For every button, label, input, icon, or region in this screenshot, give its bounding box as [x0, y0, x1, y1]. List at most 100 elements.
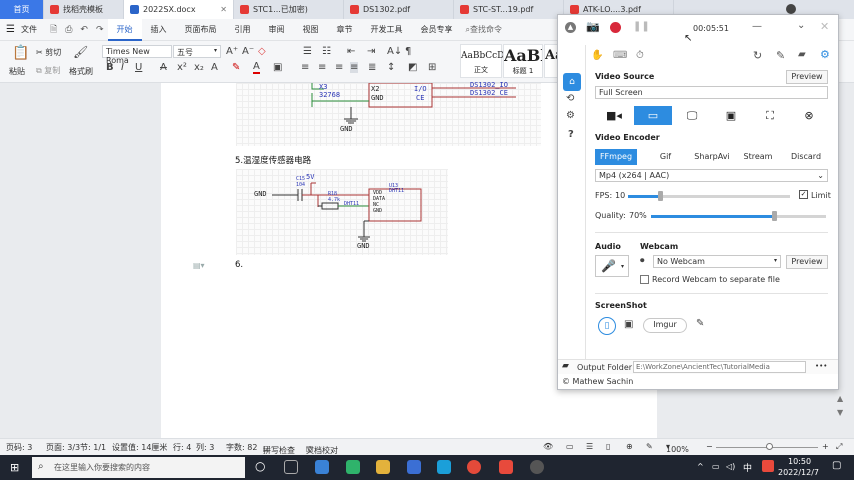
superscript-icon[interactable]: x² [177, 62, 187, 73]
underline-icon[interactable]: U [135, 62, 142, 73]
fps-slider[interactable] [628, 191, 790, 201]
tab-home[interactable]: 首页 [0, 0, 44, 19]
avatar[interactable] [786, 4, 796, 14]
stopwatch-icon[interactable]: ⏱ [636, 50, 644, 61]
show-marks-icon[interactable]: ¶ [405, 46, 411, 57]
audio-source-button[interactable]: 🎤 ▾ [595, 255, 629, 277]
menu-file[interactable]: 文件 [21, 19, 46, 41]
menu-view[interactable]: 视图 [294, 19, 328, 41]
menu-insert[interactable]: 插入 [142, 19, 176, 41]
tab-stc-pdf[interactable]: STC1...已加密) [234, 0, 344, 19]
subscript-icon[interactable]: x₂ [194, 62, 204, 73]
source-region-button[interactable]: ⛶ [751, 106, 789, 125]
task-view-icon[interactable]: ○ [255, 459, 265, 473]
align-center-icon[interactable]: ≡ [318, 62, 326, 73]
page-view-icon[interactable]: ▭ [566, 442, 574, 451]
tab-2022sx-docx[interactable]: 2022SX.docx ✕ [124, 0, 234, 19]
record-icon[interactable] [610, 22, 621, 33]
encoder-tab-sharpavi[interactable]: SharpAvi [691, 149, 733, 165]
webcam-select[interactable]: No Webcam ▾ [653, 255, 781, 268]
minimize-icon[interactable]: — [752, 21, 762, 32]
encoder-tab-ffmpeg[interactable]: FFmpeg [595, 149, 637, 165]
chrome-icon[interactable] [467, 460, 481, 474]
menu-start[interactable]: 开始 [107, 18, 142, 41]
justify-icon[interactable]: ≡ [350, 62, 359, 73]
webcam-preview-button[interactable]: Preview [786, 255, 828, 269]
clipboard-icon[interactable]: ▣ [624, 319, 633, 330]
separate-file-checkbox[interactable] [640, 275, 649, 284]
tab-docer-templates[interactable]: 找稻壳模板 [44, 0, 124, 19]
edit-pen-icon[interactable]: ✎ [696, 318, 704, 329]
text-effect-icon[interactable]: A [211, 62, 218, 73]
chevron-down-icon[interactable]: ⌄ [797, 20, 805, 31]
scroll-down-icon[interactable]: ▼ [837, 408, 843, 417]
shading-icon[interactable]: ◩ [408, 62, 417, 73]
paragraph-handle-icon[interactable]: ▤▾ [193, 261, 205, 270]
zoom-out-icon[interactable]: − [706, 442, 713, 451]
tab-stc-st-pdf[interactable]: STC-ST...19.pdf [454, 0, 564, 19]
source-webcam-button[interactable]: ■◂ [595, 106, 633, 125]
file-explorer-icon[interactable] [376, 460, 390, 474]
command-search[interactable]: 查找命令 [470, 24, 502, 35]
edge-icon[interactable] [437, 460, 451, 474]
imgur-button[interactable]: Imgur [643, 318, 687, 333]
source-window-button[interactable]: ▣ [712, 106, 750, 125]
close-icon[interactable]: ✕ [220, 5, 227, 14]
close-icon[interactable]: ✕ [820, 20, 829, 33]
distribute-icon[interactable]: ≣ [368, 62, 376, 73]
volume-icon[interactable]: ◁) [726, 462, 735, 471]
wps-icon[interactable] [499, 460, 513, 474]
collapse-icon[interactable]: ▲ [565, 22, 576, 33]
pause-icon[interactable]: ❚❚ [633, 21, 650, 32]
menu-member[interactable]: 会员专享 [412, 19, 462, 41]
align-left-icon[interactable]: ≡ [301, 62, 309, 73]
bullet-list-icon[interactable]: ☰ [303, 46, 312, 57]
tray-expand-icon[interactable]: ^ [697, 462, 704, 471]
indent-icon[interactable]: ⇤ [347, 46, 355, 57]
highlight-icon[interactable]: ✎ [232, 62, 240, 73]
pen-icon[interactable]: ✎ [776, 49, 785, 62]
strikethrough-icon[interactable]: A [160, 62, 167, 73]
history-icon[interactable]: ⟲ [566, 93, 574, 104]
app-icon[interactable] [346, 460, 360, 474]
camera-icon[interactable]: 📷 [586, 20, 600, 33]
limit-checkbox[interactable]: ✓ [799, 190, 808, 199]
codec-select[interactable]: Mp4 (x264 | AAC) ⌄ [595, 169, 828, 182]
menu-chapter[interactable]: 章节 [328, 19, 362, 41]
encoder-tab-stream[interactable]: Stream [739, 149, 777, 165]
more-options-button[interactable]: ••• [815, 362, 827, 370]
sort-icon[interactable]: A↓ [387, 46, 402, 57]
grow-font-icon[interactable]: A⁺ [226, 46, 238, 57]
help-icon[interactable]: ? [568, 129, 574, 140]
hamburger-icon[interactable]: ☰ [0, 24, 21, 35]
clock-time[interactable]: 10:50 [788, 457, 811, 466]
video-preview-button[interactable]: Preview [786, 70, 828, 84]
source-monitor-button[interactable]: 🖵 [673, 106, 711, 125]
quality-slider[interactable] [651, 211, 826, 221]
clock-date[interactable]: 2022/12/7 [778, 468, 819, 477]
scroll-up-icon[interactable]: ▲ [837, 394, 843, 403]
settings-icon[interactable]: ⚙ [566, 110, 575, 121]
folder-icon[interactable]: ▰ [562, 361, 569, 371]
save-icon[interactable]: 🗎 [46, 22, 61, 38]
wps-tray-icon[interactable] [762, 460, 774, 472]
screenshot-file-icon[interactable]: ▯ [598, 317, 616, 335]
bold-icon[interactable]: B [106, 62, 114, 73]
brush-icon[interactable]: 🖌 [73, 45, 88, 59]
output-path-field[interactable]: E:\WorkZone\AncientTec\TutorialMedia [633, 361, 806, 373]
home-icon[interactable]: ⌂ [563, 73, 581, 91]
taskbar-search[interactable]: ⌕ 在这里输入你要搜索的内容 [32, 457, 245, 478]
source-screen-button[interactable]: ▭ [634, 106, 672, 125]
zoom-slider-thumb[interactable] [766, 443, 773, 450]
reading-view-icon[interactable]: ▯ [606, 442, 610, 451]
copy-button[interactable]: ⧉ 复制 [36, 65, 60, 76]
pen-icon[interactable]: ✎ [646, 442, 653, 451]
format-painter-button[interactable]: 格式刷 [69, 66, 93, 77]
shrink-font-icon[interactable]: A⁻ [242, 46, 254, 57]
print-icon[interactable]: ⎙ [61, 25, 76, 35]
folder-icon[interactable]: ▰ [798, 49, 806, 60]
italic-icon[interactable]: I [121, 62, 124, 73]
notification-icon[interactable]: ▢ [832, 460, 841, 471]
network-icon[interactable]: ▭ [712, 462, 720, 471]
font-color-icon[interactable]: A [253, 62, 260, 74]
